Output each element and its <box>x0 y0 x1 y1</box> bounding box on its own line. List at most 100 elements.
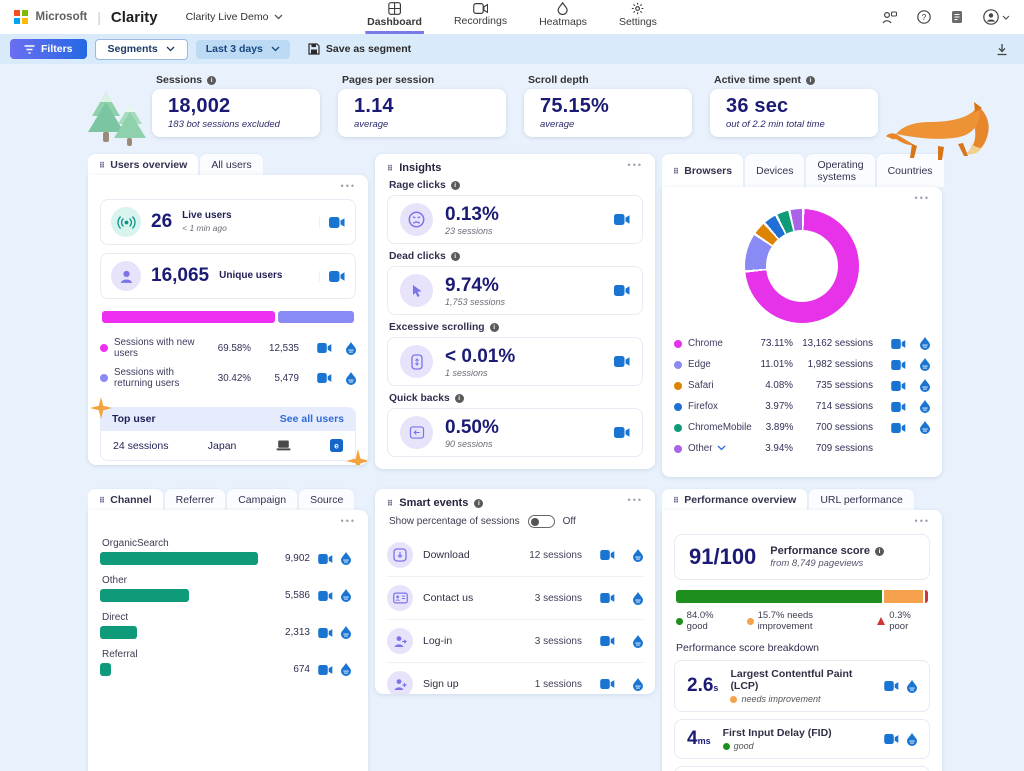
info-icon[interactable]: i <box>806 76 815 85</box>
recordings-icon[interactable] <box>614 285 630 296</box>
percentage-toggle[interactable] <box>528 515 555 528</box>
recordings-icon[interactable] <box>884 734 899 744</box>
account-menu[interactable] <box>983 9 1010 25</box>
feedback-doc-icon[interactable] <box>951 10 963 24</box>
tab-channel[interactable]: ⠿Channel <box>88 489 163 510</box>
heatmap-icon[interactable] <box>633 635 643 648</box>
performance-metric-tile: 2.6s Largest Contentful Paint (LCP) need… <box>674 660 930 712</box>
recordings-icon[interactable] <box>614 356 630 367</box>
share-team-icon[interactable] <box>882 11 897 24</box>
recordings-icon[interactable] <box>317 343 332 353</box>
tab-all-users[interactable]: All users <box>200 154 262 175</box>
more-menu-icon[interactable]: ••• <box>341 516 356 526</box>
segments-label: Segments <box>108 43 158 55</box>
heatmap-icon[interactable] <box>346 342 356 355</box>
info-icon[interactable]: i <box>474 499 483 508</box>
recordings-icon[interactable] <box>891 423 906 433</box>
heatmap-icon[interactable] <box>920 379 930 392</box>
recordings-icon[interactable] <box>318 591 333 601</box>
recordings-icon[interactable] <box>318 665 333 675</box>
heatmap-icon[interactable] <box>341 552 351 565</box>
project-switcher[interactable]: Clarity Live Demo <box>186 11 284 23</box>
recordings-icon[interactable] <box>891 402 906 412</box>
info-icon[interactable]: i <box>451 252 460 261</box>
recordings-icon[interactable] <box>600 550 615 560</box>
tab-browsers[interactable]: ⠿Browsers <box>662 154 743 187</box>
legend-percent: 11.01% <box>757 359 793 370</box>
recordings-icon[interactable] <box>891 339 906 349</box>
legend-percent: 4.08% <box>757 380 793 391</box>
nav-dashboard[interactable]: Dashboard <box>365 0 424 34</box>
smart-events-title: Smart events <box>399 497 468 509</box>
info-icon[interactable]: i <box>207 76 216 85</box>
heatmap-icon[interactable] <box>633 592 643 605</box>
heatmap-icon[interactable] <box>920 400 930 413</box>
recordings-icon[interactable] <box>319 271 345 282</box>
heatmap-icon[interactable] <box>920 421 930 434</box>
help-icon[interactable]: ? <box>917 10 931 24</box>
drag-handle-icon[interactable]: ⠿ <box>673 167 679 176</box>
save-as-segment-button[interactable]: Save as segment <box>308 43 411 55</box>
drag-handle-icon[interactable]: ⠿ <box>387 499 393 508</box>
recordings-icon[interactable] <box>318 554 333 564</box>
nav-label: Dashboard <box>367 16 422 28</box>
heatmap-icon[interactable] <box>346 372 356 385</box>
see-all-users-link[interactable]: See all users <box>280 413 344 425</box>
info-icon[interactable]: i <box>875 547 884 556</box>
heatmap-icon[interactable] <box>341 589 351 602</box>
heatmap-icon[interactable] <box>633 678 643 691</box>
recordings-icon[interactable] <box>891 360 906 370</box>
drag-handle-icon[interactable]: ⠿ <box>99 496 105 505</box>
nav-recordings[interactable]: Recordings <box>452 0 509 34</box>
heatmap-icon[interactable] <box>920 358 930 371</box>
channel-label: Referral <box>102 649 356 660</box>
recordings-icon[interactable] <box>600 679 615 689</box>
tab-referrer[interactable]: Referrer <box>165 489 226 510</box>
recordings-icon[interactable] <box>318 628 333 638</box>
recordings-icon[interactable] <box>319 217 345 228</box>
legend-count: 1,982 sessions <box>799 359 873 370</box>
more-menu-icon[interactable]: ••• <box>915 193 930 203</box>
recordings-icon[interactable] <box>317 373 332 383</box>
heatmap-icon[interactable] <box>341 663 351 676</box>
more-menu-icon[interactable]: ••• <box>915 516 930 526</box>
info-icon[interactable]: i <box>490 323 499 332</box>
heatmap-icon[interactable] <box>633 549 643 562</box>
more-menu-icon[interactable]: ••• <box>628 495 643 505</box>
users-legend: Sessions with new users 69.58% 12,535 Se… <box>100 333 356 393</box>
tab-devices[interactable]: Devices <box>745 154 804 187</box>
segments-button[interactable]: Segments <box>95 39 188 60</box>
tab-source[interactable]: Source <box>299 489 354 510</box>
drag-handle-icon[interactable]: ⠿ <box>387 164 393 173</box>
recordings-icon[interactable] <box>600 636 615 646</box>
tab-performance-overview[interactable]: ⠿Performance overview <box>662 489 807 510</box>
recordings-icon[interactable] <box>600 593 615 603</box>
info-icon[interactable]: i <box>455 394 464 403</box>
filters-button[interactable]: Filters <box>10 39 87 59</box>
heatmap-icon[interactable] <box>920 337 930 350</box>
info-icon[interactable]: i <box>451 181 460 190</box>
top-user-row[interactable]: 24 sessions Japan e <box>100 431 356 461</box>
browser-legend: Chrome 73.11% 13,162 sessions Edge 11.01… <box>674 333 930 459</box>
tab-campaign[interactable]: Campaign <box>227 489 297 510</box>
tab-operating-systems[interactable]: Operating systems <box>806 154 874 187</box>
date-range-dropdown[interactable]: Last 3 days <box>196 40 290 59</box>
recordings-icon[interactable] <box>614 427 630 438</box>
tab-users-overview[interactable]: ⠿Users overview <box>88 154 198 175</box>
heatmap-icon[interactable] <box>907 680 917 693</box>
recordings-icon[interactable] <box>884 681 899 691</box>
heatmap-icon[interactable] <box>907 733 917 746</box>
chevron-down-icon[interactable] <box>717 445 726 451</box>
nav-settings[interactable]: Settings <box>617 0 659 34</box>
recordings-icon[interactable] <box>891 381 906 391</box>
more-menu-icon[interactable]: ••• <box>628 160 643 170</box>
drag-handle-icon[interactable]: ⠿ <box>99 161 105 170</box>
tab-url-performance[interactable]: URL performance <box>809 489 913 510</box>
legend-color-dot <box>674 424 682 432</box>
nav-heatmaps[interactable]: Heatmaps <box>537 0 589 34</box>
more-menu-icon[interactable]: ••• <box>341 181 356 191</box>
download-icon[interactable] <box>996 43 1008 56</box>
heatmap-icon[interactable] <box>341 626 351 639</box>
recordings-icon[interactable] <box>614 214 630 225</box>
drag-handle-icon[interactable]: ⠿ <box>673 496 679 505</box>
